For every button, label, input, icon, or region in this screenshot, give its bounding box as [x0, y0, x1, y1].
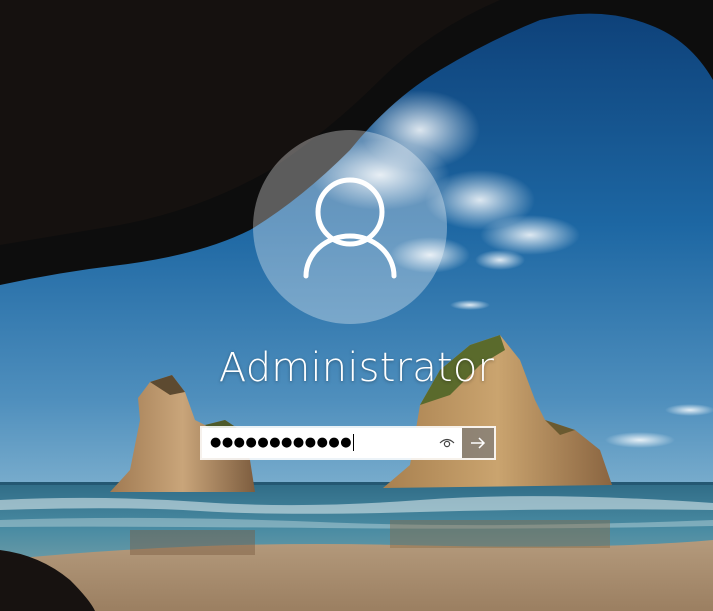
lock-screen: Administrator ●●●●●●●●●●●●: [0, 0, 713, 611]
user-silhouette-icon: [303, 177, 397, 279]
arrow-right-icon: [471, 437, 486, 449]
username-label: Administrator: [218, 345, 495, 391]
reveal-password-button[interactable]: [432, 428, 462, 458]
password-field-container: ●●●●●●●●●●●●: [200, 426, 496, 460]
eye-icon: [439, 438, 455, 448]
password-value: ●●●●●●●●●●●●: [210, 435, 353, 450]
text-caret: [353, 434, 355, 451]
submit-button[interactable]: [462, 428, 494, 458]
user-avatar: [253, 130, 447, 324]
password-input[interactable]: ●●●●●●●●●●●●: [202, 428, 462, 458]
